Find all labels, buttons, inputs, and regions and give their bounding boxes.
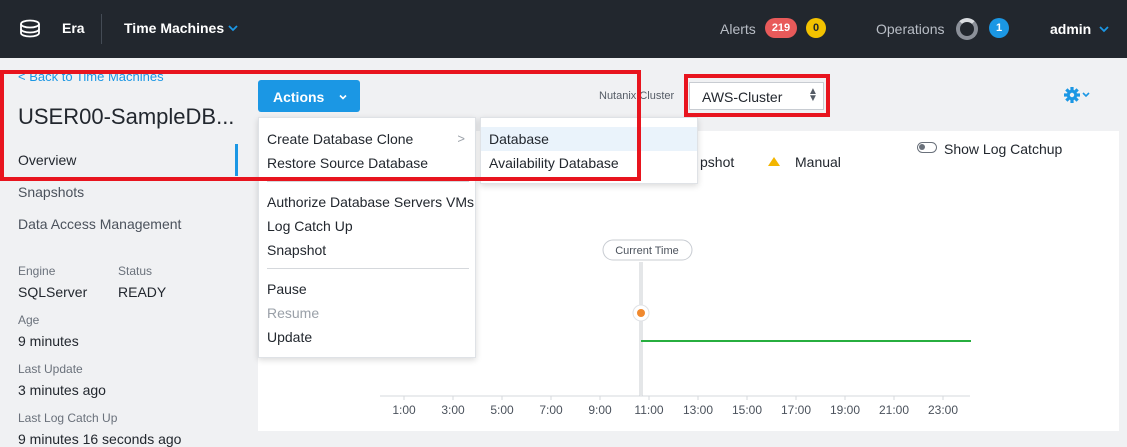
era-logo-icon[interactable] xyxy=(19,19,41,39)
clone-submenu: Database Availability Database xyxy=(480,117,698,184)
menu-item-restore-source-database[interactable]: Restore Source Database xyxy=(259,151,475,175)
chevron-down-icon[interactable] xyxy=(338,93,348,101)
menu-item-resume: Resume xyxy=(267,305,320,321)
menu-divider xyxy=(267,181,469,182)
last-update-value: 3 minutes ago xyxy=(18,382,106,398)
sidebar-item-data-access-management[interactable]: Data Access Management xyxy=(18,216,181,232)
cluster-select-value: AWS-Cluster xyxy=(702,89,783,105)
top-bar: Era Time Machines Alerts 219 0 Operation… xyxy=(0,0,1127,58)
age-label: Age xyxy=(18,313,40,327)
last-update-label: Last Update xyxy=(18,362,83,376)
menu-item-create-database-clone[interactable]: Create Database Clone > xyxy=(259,127,475,151)
menu-item-pause[interactable]: Pause xyxy=(259,277,475,301)
legend-manual-label: Manual xyxy=(795,154,841,170)
chevron-down-icon[interactable] xyxy=(1099,25,1109,33)
user-menu[interactable]: admin xyxy=(1050,21,1091,37)
alerts-critical-badge[interactable]: 219 xyxy=(765,18,797,38)
actions-button-label: Actions xyxy=(273,89,325,105)
topbar-divider xyxy=(101,14,102,44)
last-log-catchup-value: 9 minutes 16 seconds ago xyxy=(18,431,182,447)
time-machines-menu[interactable]: Time Machines xyxy=(124,20,224,36)
alerts-label[interactable]: Alerts xyxy=(720,21,756,37)
last-log-catchup-label: Last Log Catch Up xyxy=(18,411,118,425)
status-value: READY xyxy=(118,284,167,300)
legend-snapshot-label: pshot xyxy=(700,154,735,170)
submenu-item-database[interactable]: Database xyxy=(481,127,697,151)
menu-item-authorize-database-servers-vms[interactable]: Authorize Database Servers VMs xyxy=(259,190,475,214)
chevron-down-icon[interactable] xyxy=(228,24,238,32)
app-brand: Era xyxy=(62,20,85,36)
sidebar: < Back to Time Machines USER00-SampleDB.… xyxy=(0,58,238,447)
operations-count-badge[interactable]: 1 xyxy=(989,18,1009,38)
operations-label[interactable]: Operations xyxy=(876,21,944,37)
menu-item-snapshot[interactable]: Snapshot xyxy=(259,238,475,262)
show-log-catchup-toggle[interactable] xyxy=(917,142,937,153)
age-value: 9 minutes xyxy=(18,333,79,349)
cluster-select[interactable]: AWS-Cluster ▲ ▼ xyxy=(689,82,824,110)
page-title: USER00-SampleDB... xyxy=(18,104,235,129)
active-nav-indicator xyxy=(235,144,238,176)
menu-divider xyxy=(267,268,469,269)
select-arrows-icon: ▲ ▼ xyxy=(808,86,818,104)
toggle-knob xyxy=(919,144,925,150)
engine-label: Engine xyxy=(18,264,56,278)
menu-item-update[interactable]: Update xyxy=(259,325,475,349)
engine-value: SQLServer xyxy=(18,284,88,300)
sidebar-item-snapshots[interactable]: Snapshots xyxy=(18,184,84,200)
back-to-time-machines-link[interactable]: < Back to Time Machines xyxy=(18,69,164,84)
menu-item-label: Create Database Clone xyxy=(267,131,414,147)
status-label: Status xyxy=(118,264,153,278)
alerts-warning-badge[interactable]: 0 xyxy=(806,18,826,38)
sidebar-item-overview[interactable]: Overview xyxy=(18,152,76,168)
gear-icon[interactable] xyxy=(1063,85,1091,105)
show-log-catchup-label: Show Log Catchup xyxy=(944,141,1063,157)
nutanix-cluster-label: Nutanix Cluster xyxy=(599,90,675,102)
actions-menu: Create Database Clone > Restore Source D… xyxy=(258,117,476,358)
menu-item-log-catch-up[interactable]: Log Catch Up xyxy=(259,214,475,238)
operations-spinner-icon xyxy=(956,18,978,40)
chevron-right-icon: > xyxy=(457,131,465,146)
manual-triangle-icon xyxy=(768,157,780,166)
submenu-item-availability-database[interactable]: Availability Database xyxy=(481,151,697,175)
